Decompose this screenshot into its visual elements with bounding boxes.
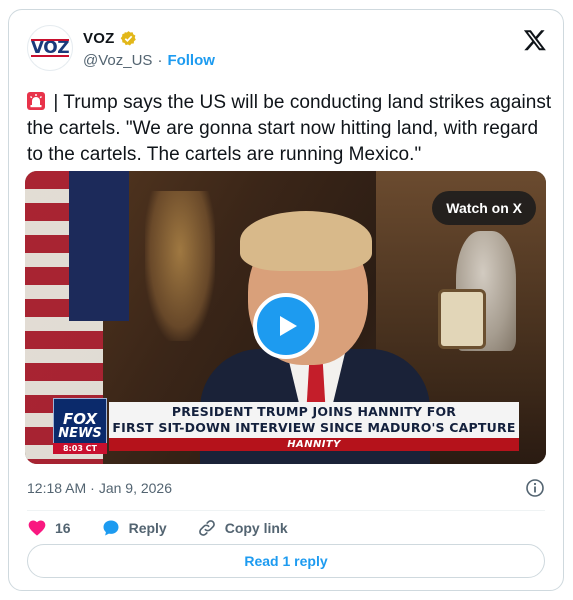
timestamp: 12:18 AM · Jan 9, 2026 xyxy=(27,480,172,496)
display-name[interactable]: VOZ xyxy=(83,30,114,47)
play-icon[interactable] xyxy=(253,293,319,359)
tweet-card: VOZ VOZ @Voz_US · Follow | Trump says th… xyxy=(8,9,564,591)
network-time: 8:03 CT xyxy=(53,443,107,454)
info-icon[interactable] xyxy=(525,478,545,498)
x-logo-icon[interactable] xyxy=(521,26,549,54)
heart-icon xyxy=(27,518,47,538)
clock xyxy=(438,289,486,349)
link-icon xyxy=(197,518,217,538)
reply-button[interactable]: Reply xyxy=(101,518,167,538)
flag-canton xyxy=(69,171,129,321)
separator-dot: · xyxy=(90,480,95,496)
news-chyron: FOX NEWS 8:03 CT PRESIDENT TRUMP JOINS H… xyxy=(53,398,533,454)
handle[interactable]: @Voz_US xyxy=(83,52,152,69)
copy-link-label: Copy link xyxy=(224,520,288,536)
like-button[interactable]: 16 xyxy=(27,518,71,538)
chyron-line-1: PRESIDENT TRUMP JOINS HANNITY FOR xyxy=(171,404,457,419)
separator-dot: · xyxy=(157,52,163,69)
siren-icon xyxy=(27,92,45,110)
gold-verified-icon xyxy=(120,30,137,47)
tweet-date[interactable]: Jan 9, 2026 xyxy=(99,480,172,496)
reply-bubble-icon xyxy=(101,518,121,538)
video-player[interactable]: Watch on X FOX NEWS 8:03 CT PRESIDENT TR… xyxy=(25,171,546,464)
tweet-text: | Trump says the US will be conducting l… xyxy=(27,90,557,168)
action-bar: 16 Reply Copy link xyxy=(27,514,318,542)
show-name: HANNITY xyxy=(109,438,519,451)
read-replies-button[interactable]: Read 1 reply xyxy=(27,544,545,578)
chyron-line-2: FIRST SIT-DOWN INTERVIEW SINCE MADURO'S … xyxy=(112,420,516,435)
like-count: 16 xyxy=(55,520,71,536)
author-name-row: VOZ xyxy=(83,30,137,47)
chyron-headline: PRESIDENT TRUMP JOINS HANNITY FOR FIRST … xyxy=(109,402,519,438)
watch-on-x-button[interactable]: Watch on X xyxy=(432,191,536,225)
tweet-time[interactable]: 12:18 AM xyxy=(27,480,86,496)
copy-link-button[interactable]: Copy link xyxy=(197,518,288,538)
tweet-body: | Trump says the US will be conducting l… xyxy=(27,92,552,165)
reply-label: Reply xyxy=(128,520,167,536)
follow-button[interactable]: Follow xyxy=(167,52,215,69)
handle-row: @Voz_US · Follow xyxy=(83,52,215,69)
divider xyxy=(27,510,545,511)
avatar-logo: VOZ xyxy=(30,38,70,58)
avatar[interactable]: VOZ xyxy=(27,25,73,71)
